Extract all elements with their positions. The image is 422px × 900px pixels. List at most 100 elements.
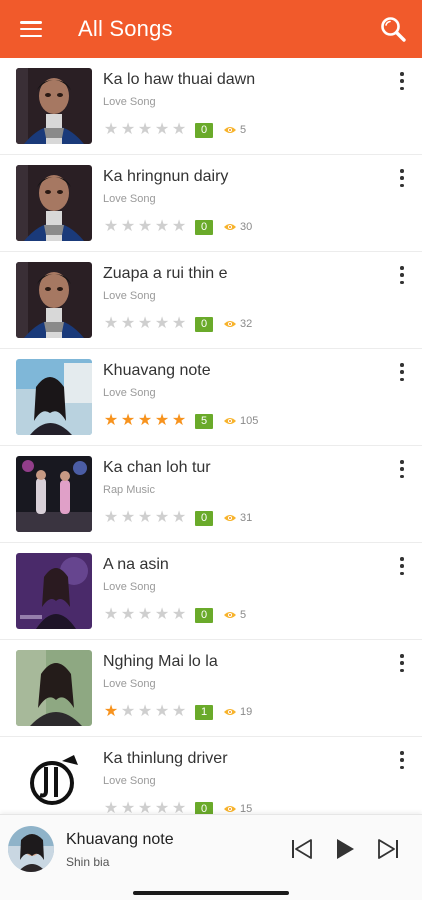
star-empty-icon[interactable]: ★ <box>137 122 153 138</box>
song-thumbnail[interactable] <box>16 553 92 629</box>
home-indicator[interactable] <box>133 891 289 895</box>
song-thumbnail[interactable] <box>16 650 92 726</box>
star-rating[interactable]: ★ ★ ★ ★ ★ <box>103 801 187 815</box>
star-empty-icon[interactable]: ★ <box>120 316 136 332</box>
eye-icon <box>223 610 240 620</box>
star-filled-icon[interactable]: ★ <box>154 413 170 429</box>
song-list-item[interactable]: A na asin Love Song ★ ★ ★ ★ ★ 0 5 <box>0 543 422 640</box>
star-empty-icon[interactable]: ★ <box>171 704 187 720</box>
star-rating[interactable]: ★ ★ ★ ★ ★ <box>103 219 187 235</box>
more-options-icon[interactable] <box>398 169 406 187</box>
song-title[interactable]: Nghing Mai lo la <box>103 653 218 671</box>
song-list-item[interactable]: Ka lo haw thuai dawn Love Song ★ ★ ★ ★ ★ 0 5 <box>0 58 422 155</box>
player-artist: Shin bia <box>66 855 110 869</box>
more-options-icon[interactable] <box>398 557 406 575</box>
song-list-item[interactable]: Khuavang note Love Song ★ ★ ★ ★ ★ 5 105 <box>0 349 422 446</box>
rating-badge: 0 <box>195 219 213 235</box>
song-thumbnail[interactable] <box>16 68 92 144</box>
star-empty-icon[interactable]: ★ <box>171 219 187 235</box>
song-title[interactable]: Ka chan loh tur <box>103 459 211 477</box>
star-empty-icon[interactable]: ★ <box>154 801 170 815</box>
more-options-icon[interactable] <box>398 363 406 381</box>
star-rating[interactable]: ★ ★ ★ ★ ★ <box>103 704 187 720</box>
star-empty-icon[interactable]: ★ <box>120 510 136 526</box>
more-options-icon[interactable] <box>398 751 406 769</box>
song-thumbnail[interactable] <box>16 456 92 532</box>
star-empty-icon[interactable]: ★ <box>154 122 170 138</box>
star-rating[interactable]: ★ ★ ★ ★ ★ <box>103 413 187 429</box>
player-album-art[interactable] <box>8 826 54 872</box>
star-empty-icon[interactable]: ★ <box>103 316 119 332</box>
more-options-icon[interactable] <box>398 72 406 90</box>
hamburger-menu-icon[interactable] <box>0 0 62 58</box>
star-rating[interactable]: ★ ★ ★ ★ ★ <box>103 510 187 526</box>
star-empty-icon[interactable]: ★ <box>137 704 153 720</box>
star-empty-icon[interactable]: ★ <box>154 607 170 623</box>
star-empty-icon[interactable]: ★ <box>154 510 170 526</box>
song-thumbnail[interactable] <box>16 262 92 338</box>
skip-previous-icon[interactable] <box>288 835 316 863</box>
star-empty-icon[interactable]: ★ <box>154 316 170 332</box>
song-title[interactable]: Khuavang note <box>103 362 211 380</box>
song-title[interactable]: Ka lo haw thuai dawn <box>103 71 255 89</box>
view-count: 31 <box>223 512 252 524</box>
star-empty-icon[interactable]: ★ <box>137 316 153 332</box>
rating-badge: 0 <box>195 316 213 332</box>
star-filled-icon[interactable]: ★ <box>103 413 119 429</box>
star-empty-icon[interactable]: ★ <box>137 219 153 235</box>
view-count-value: 19 <box>240 706 253 718</box>
song-title[interactable]: Zuapa a rui thin e <box>103 265 228 283</box>
star-rating[interactable]: ★ ★ ★ ★ ★ <box>103 607 187 623</box>
song-title[interactable]: Ka hringnun dairy <box>103 168 228 186</box>
star-filled-icon[interactable]: ★ <box>137 413 153 429</box>
star-empty-icon[interactable]: ★ <box>120 219 136 235</box>
eye-icon <box>223 319 240 329</box>
star-empty-icon[interactable]: ★ <box>120 607 136 623</box>
song-title[interactable]: Ka thinlung driver <box>103 750 228 768</box>
star-empty-icon[interactable]: ★ <box>120 122 136 138</box>
star-filled-icon[interactable]: ★ <box>171 413 187 429</box>
search-icon[interactable] <box>364 0 422 58</box>
star-empty-icon[interactable]: ★ <box>171 316 187 332</box>
song-thumbnail[interactable] <box>16 359 92 435</box>
more-options-icon[interactable] <box>398 654 406 672</box>
star-empty-icon[interactable]: ★ <box>103 801 119 815</box>
song-list-item[interactable]: Ka chan loh tur Rap Music ★ ★ ★ ★ ★ 0 31 <box>0 446 422 543</box>
star-empty-icon[interactable]: ★ <box>137 801 153 815</box>
star-filled-icon[interactable]: ★ <box>103 704 119 720</box>
star-empty-icon[interactable]: ★ <box>154 704 170 720</box>
song-list-item[interactable]: Nghing Mai lo la Love Song ★ ★ ★ ★ ★ 1 19 <box>0 640 422 737</box>
star-empty-icon[interactable]: ★ <box>171 122 187 138</box>
star-empty-icon[interactable]: ★ <box>103 510 119 526</box>
star-filled-icon[interactable]: ★ <box>120 413 136 429</box>
skip-next-icon[interactable] <box>374 835 402 863</box>
star-empty-icon[interactable]: ★ <box>171 801 187 815</box>
star-empty-icon[interactable]: ★ <box>137 510 153 526</box>
star-empty-icon[interactable]: ★ <box>103 122 119 138</box>
mini-player[interactable]: Khuavang note Shin bia <box>0 814 422 900</box>
song-title[interactable]: A na asin <box>103 556 169 574</box>
star-rating[interactable]: ★ ★ ★ ★ ★ <box>103 316 187 332</box>
star-empty-icon[interactable]: ★ <box>154 219 170 235</box>
app-bar: All Songs <box>0 0 422 58</box>
song-genre: Rap Music <box>103 484 155 496</box>
view-count: 30 <box>223 221 252 233</box>
star-empty-icon[interactable]: ★ <box>103 219 119 235</box>
view-count: 19 <box>223 706 252 718</box>
song-thumbnail[interactable]: PRODUCTION <box>16 747 92 814</box>
star-empty-icon[interactable]: ★ <box>120 801 136 815</box>
song-list-item[interactable]: PRODUCTIONKa thinlung driverLove Song★★★… <box>0 737 422 814</box>
song-list-item[interactable]: Zuapa a rui thin e Love Song ★ ★ ★ ★ ★ 0 32 <box>0 252 422 349</box>
star-empty-icon[interactable]: ★ <box>103 607 119 623</box>
star-empty-icon[interactable]: ★ <box>137 607 153 623</box>
star-rating[interactable]: ★ ★ ★ ★ ★ <box>103 122 187 138</box>
star-empty-icon[interactable]: ★ <box>171 607 187 623</box>
rating-badge: 1 <box>195 704 213 720</box>
song-list-item[interactable]: Ka hringnun dairy Love Song ★ ★ ★ ★ ★ 0 30 <box>0 155 422 252</box>
play-icon[interactable] <box>331 835 359 863</box>
star-empty-icon[interactable]: ★ <box>171 510 187 526</box>
more-options-icon[interactable] <box>398 460 406 478</box>
star-empty-icon[interactable]: ★ <box>120 704 136 720</box>
more-options-icon[interactable] <box>398 266 406 284</box>
song-thumbnail[interactable] <box>16 165 92 241</box>
